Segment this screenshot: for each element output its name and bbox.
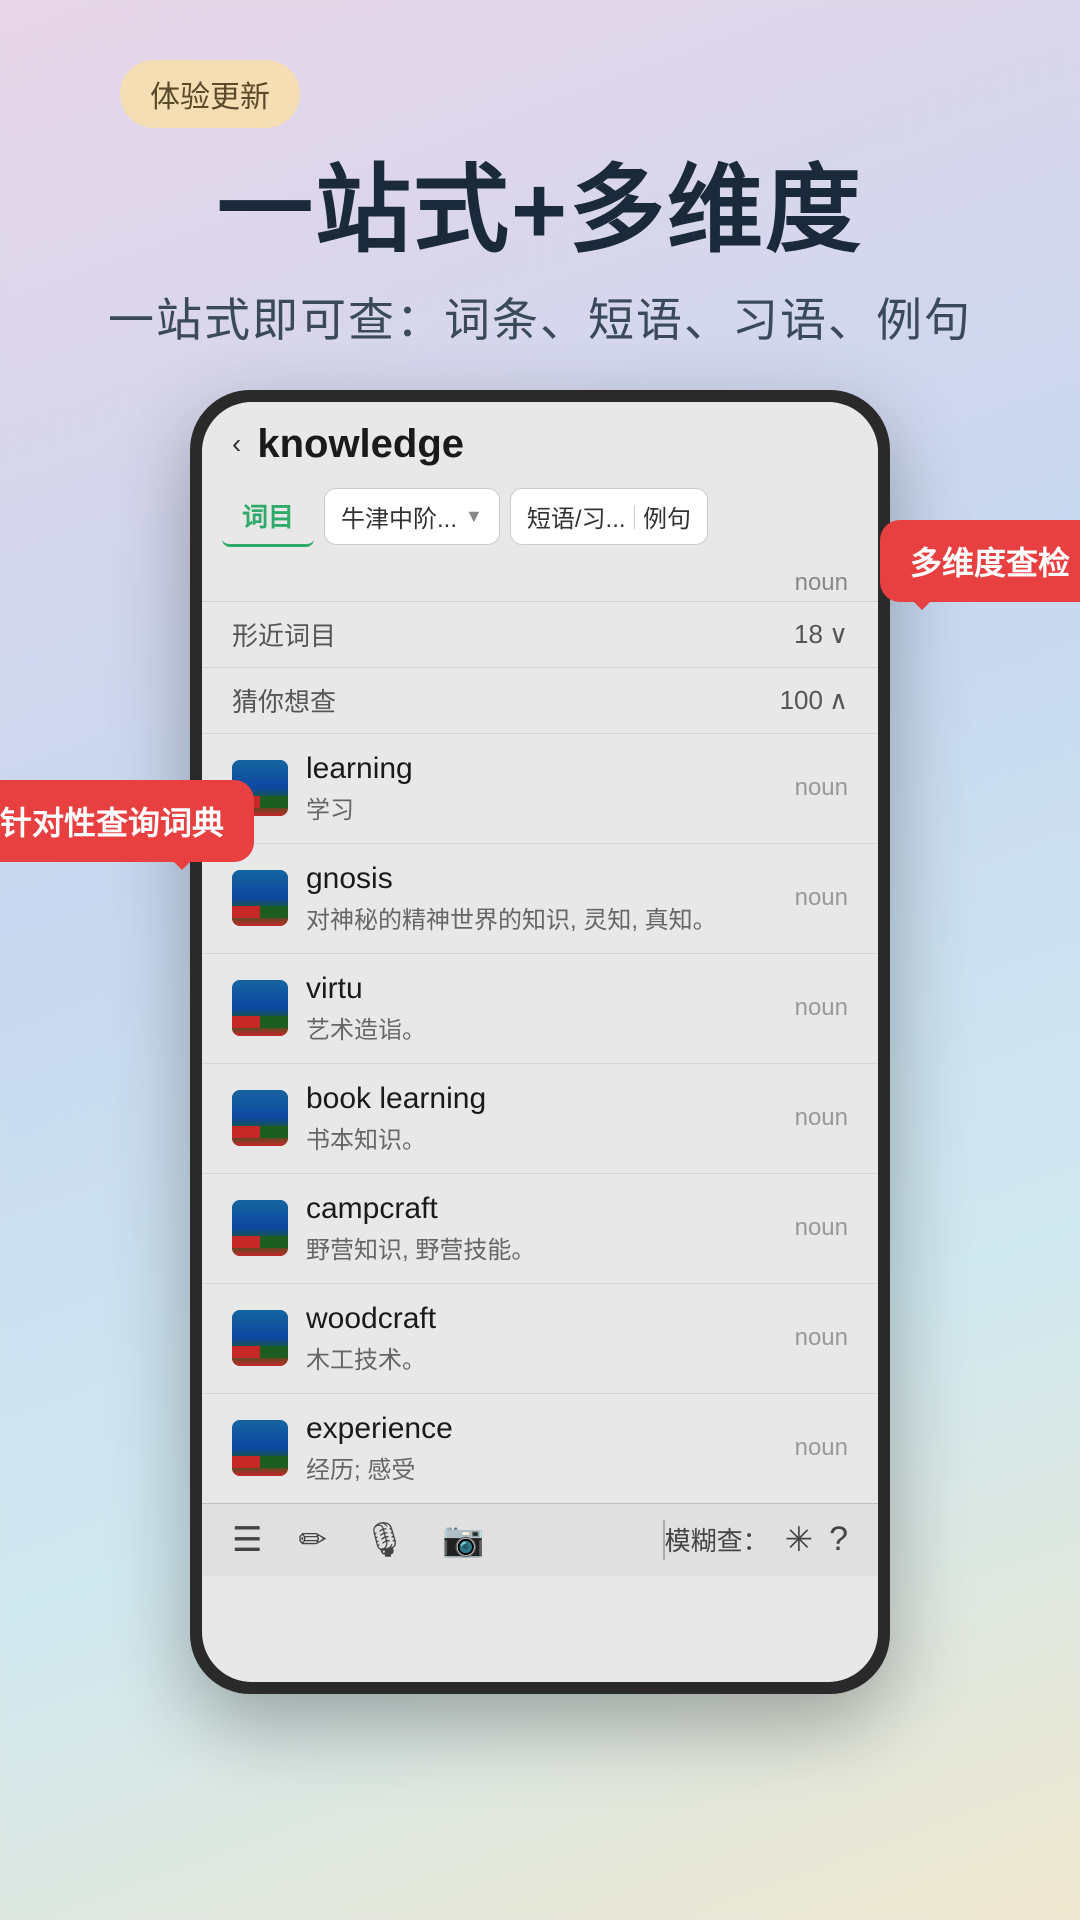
word-english: experience [306, 1412, 777, 1446]
tab-phrase-idiom[interactable]: 短语/习... 例句 [510, 488, 708, 545]
asterisk-icon[interactable]: ✳ [785, 1520, 814, 1560]
word-chinese: 野营知识, 野营技能。 [306, 1230, 777, 1265]
dropdown-arrow: ▼ [465, 506, 483, 527]
word-english: virtu [306, 972, 777, 1006]
word-pos: noun [795, 774, 848, 802]
tooltip-targeted-search: 针对性查询词典 [0, 780, 254, 862]
menu-icon[interactable]: ☰ [232, 1520, 262, 1560]
back-button[interactable]: ‹ [232, 428, 241, 460]
word-chinese: 书本知识。 [306, 1120, 777, 1155]
phone-mockup: ‹ knowledge 词目 牛津中阶... ▼ 短语/习... 例句 noun [190, 390, 890, 1694]
word-item-experience[interactable]: experience 经历; 感受 noun [202, 1393, 878, 1503]
phone-wrapper: 多维度查检 针对性查询词典 ‹ knowledge 词目 牛津中阶... ▼ 短… [0, 390, 1080, 1694]
word-chinese: 对神秘的精神世界的知识, 灵知, 真知。 [306, 900, 777, 935]
toolbar-right: 模糊查： ✳ ? [665, 1520, 848, 1560]
word-english: campcraft [306, 1192, 777, 1226]
word-english: woodcraft [306, 1302, 777, 1336]
microphone-icon[interactable]: 🎙 [363, 1520, 406, 1560]
word-pos: noun [795, 884, 848, 912]
similar-words-count: 18 ∨ [794, 619, 848, 650]
guess-words-title: 猜你想查 [232, 682, 336, 719]
word-content-campcraft: campcraft 野营知识, 野营技能。 [306, 1192, 777, 1265]
hero-section: 一站式+多维度 一站式即可查：词条、短语、习语、例句 [0, 158, 1080, 350]
phone-topbar: ‹ knowledge [202, 402, 878, 477]
word-chinese: 经历; 感受 [306, 1450, 777, 1485]
word-item-gnosis[interactable]: gnosis 对神秘的精神世界的知识, 灵知, 真知。 noun [202, 843, 878, 953]
word-item-virtu[interactable]: virtu 艺术造诣。 noun [202, 953, 878, 1063]
word-chinese: 学习 [306, 790, 777, 825]
search-word-display: knowledge [257, 422, 848, 467]
word-item-campcraft[interactable]: campcraft 野营知识, 野营技能。 noun [202, 1173, 878, 1283]
dictionary-label: 牛津中阶... [341, 499, 457, 534]
guess-words-count: 100 ∧ [780, 685, 848, 716]
word-content-virtu: virtu 艺术造诣。 [306, 972, 777, 1045]
edit-icon[interactable]: ✏ [298, 1520, 327, 1560]
word-item-learning[interactable]: learning 学习 noun [202, 733, 878, 843]
word-icon-book-learning [232, 1090, 288, 1146]
word-icon-gnosis [232, 870, 288, 926]
camera-icon[interactable]: 📷 [442, 1520, 484, 1560]
word-content-learning: learning 学习 [306, 752, 777, 825]
word-english: learning [306, 752, 777, 786]
hero-subtitle: 一站式即可查：词条、短语、习语、例句 [60, 284, 1020, 350]
word-content-gnosis: gnosis 对神秘的精神世界的知识, 灵知, 真知。 [306, 862, 777, 935]
fuzzy-search-label: 模糊查： [665, 1521, 769, 1558]
word-english: gnosis [306, 862, 777, 896]
pos-label-top: noun [202, 561, 878, 601]
experience-badge: 体验更新 [120, 60, 300, 128]
help-icon[interactable]: ? [829, 1520, 848, 1559]
word-pos: noun [795, 1104, 848, 1132]
word-icon-experience [232, 1420, 288, 1476]
word-pos: noun [795, 1214, 848, 1242]
tab-divider [634, 505, 636, 529]
word-chinese: 艺术造诣。 [306, 1010, 777, 1045]
phone-screen: ‹ knowledge 词目 牛津中阶... ▼ 短语/习... 例句 noun [202, 402, 878, 1682]
toolbar-left: ☰ ✏ 🎙 📷 [232, 1520, 663, 1560]
phrase-label: 短语/习... [527, 499, 626, 534]
word-icon-woodcraft [232, 1310, 288, 1366]
tab-dictionary-dropdown[interactable]: 牛津中阶... ▼ [324, 488, 500, 545]
example-label: 例句 [643, 499, 691, 534]
tab-cidiao[interactable]: 词目 [222, 487, 314, 547]
similar-words-title: 形近词目 [232, 616, 336, 653]
word-content-experience: experience 经历; 感受 [306, 1412, 777, 1485]
tabs-row: 词目 牛津中阶... ▼ 短语/习... 例句 [202, 477, 878, 561]
word-english: book learning [306, 1082, 777, 1116]
word-content-woodcraft: woodcraft 木工技术。 [306, 1302, 777, 1375]
similar-words-header[interactable]: 形近词目 18 ∨ [202, 601, 878, 667]
word-icon-virtu [232, 980, 288, 1036]
word-content-book-learning: book learning 书本知识。 [306, 1082, 777, 1155]
word-chinese: 木工技术。 [306, 1340, 777, 1375]
word-pos: noun [795, 1434, 848, 1462]
hero-title: 一站式+多维度 [60, 158, 1020, 264]
word-icon-campcraft [232, 1200, 288, 1256]
word-item-book-learning[interactable]: book learning 书本知识。 noun [202, 1063, 878, 1173]
tooltip-multidimension: 多维度查检 [880, 520, 1080, 602]
word-list: learning 学习 noun gnosis 对神秘的精神世界的知识, 灵知,… [202, 733, 878, 1503]
phone-toolbar: ☰ ✏ 🎙 📷 模糊查： ✳ ? [202, 1503, 878, 1576]
guess-words-header[interactable]: 猜你想查 100 ∧ [202, 667, 878, 733]
word-pos: noun [795, 994, 848, 1022]
word-item-woodcraft[interactable]: woodcraft 木工技术。 noun [202, 1283, 878, 1393]
word-pos: noun [795, 1324, 848, 1352]
